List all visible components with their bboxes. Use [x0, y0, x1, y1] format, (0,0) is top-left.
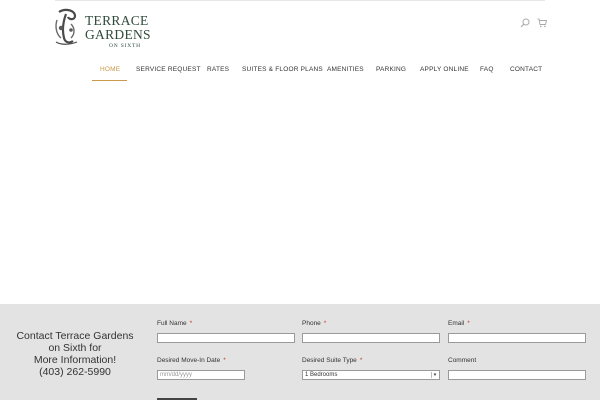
comment-label-text: Comment — [448, 357, 477, 364]
suite-type-select[interactable]: 1 Bedrooms ▾ — [302, 370, 440, 380]
required-mark: * — [323, 320, 327, 327]
required-mark: * — [223, 357, 226, 364]
main-nav: HOME SERVICE REQUEST RATES SUITES & FLOO… — [0, 66, 600, 82]
chevron-down-icon: ▾ — [431, 372, 438, 378]
nav-item-apply-online[interactable]: APPLY ONLINE — [420, 66, 469, 73]
cta-line-1: Contact Terrace Gardens — [16, 330, 134, 342]
cta-line-3: More Information! — [33, 354, 117, 366]
comment-label: Comment — [448, 357, 476, 364]
email-label: Email * — [448, 320, 470, 327]
suite-type-label: Desired Suite Type * — [302, 357, 362, 364]
suite-type-label-text: Desired Suite Type — [302, 357, 357, 364]
move-in-date-label: Desired Move-In Date * — [157, 357, 226, 364]
nav-item-contact[interactable]: CONTACT — [510, 66, 542, 73]
cart-icon[interactable] — [537, 18, 547, 28]
header-divider — [55, 0, 545, 1]
required-mark: * — [189, 320, 193, 327]
nav-item-amenities[interactable]: AMENITIES — [327, 66, 364, 73]
nav-item-home[interactable]: HOME — [100, 66, 120, 73]
cta-line-2: on Sixth for — [48, 342, 102, 354]
nav-active-indicator — [92, 80, 127, 81]
logo-monogram-icon — [55, 8, 78, 45]
phone-input[interactable] — [302, 333, 440, 343]
logo-text-on-sixth: ON SIXTH — [109, 43, 141, 49]
logo-text-gardens: GARDENS — [85, 27, 151, 42]
site-logo[interactable]: TERRACE GARDENS ON SIXTH — [53, 8, 163, 49]
required-mark: * — [359, 357, 363, 364]
nav-item-rates[interactable]: RATES — [207, 66, 229, 73]
comment-input[interactable] — [448, 370, 586, 380]
nav-item-faq[interactable]: FAQ — [480, 66, 494, 73]
nav-item-suites-floor-plans[interactable]: SUITES & FLOOR PLANS — [242, 66, 323, 73]
email-input[interactable] — [448, 333, 586, 343]
required-mark: * — [467, 320, 470, 327]
phone-label: Phone * — [302, 320, 326, 327]
contact-call-to-action: Contact Terrace Gardens on Sixth for Mor… — [0, 330, 150, 378]
cta-phone: (403) 262-5990 — [39, 366, 111, 378]
move-in-date-label-text: Desired Move-In Date — [157, 357, 221, 364]
nav-item-service-request[interactable]: SERVICE REQUEST — [136, 66, 201, 73]
full-name-label: Full Name * — [157, 320, 192, 327]
suite-type-selected-value: 1 Bedrooms — [305, 372, 338, 378]
full-name-label-text: Full Name — [157, 320, 187, 327]
logo-text-terrace: TERRACE — [85, 13, 149, 28]
move-in-date-input[interactable]: mm/dd/yyyy — [157, 370, 245, 380]
email-label-text: Email — [448, 320, 465, 327]
search-icon[interactable] — [520, 18, 530, 28]
full-name-input[interactable] — [157, 333, 295, 343]
phone-label-text: Phone — [302, 320, 321, 327]
nav-item-parking[interactable]: PARKING — [376, 66, 406, 73]
